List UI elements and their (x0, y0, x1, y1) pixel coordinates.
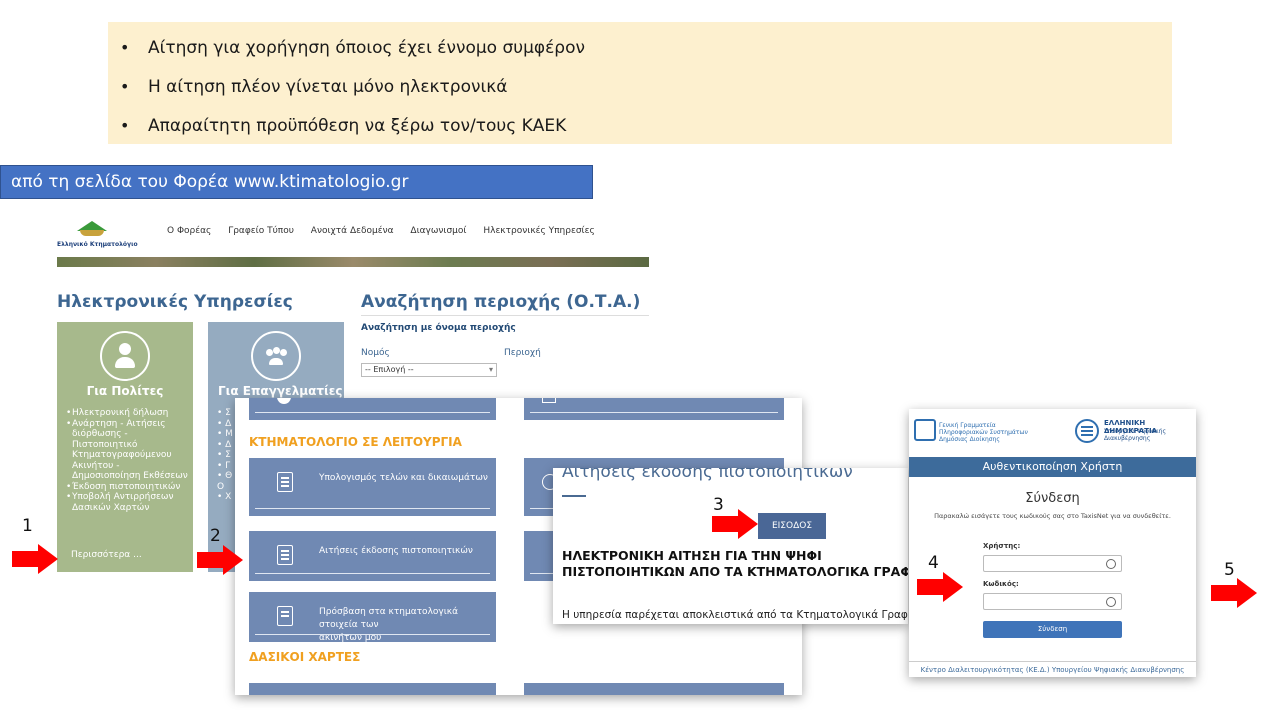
menu-item-tenders[interactable]: Διαγωνισμοί (410, 226, 466, 236)
password-label: Κωδικός: (983, 580, 1019, 588)
professionals-link[interactable]: • Χ (217, 492, 233, 503)
access-tile[interactable]: Πρόσβαση στα κτηματολογικά στοιχεία των α… (249, 592, 496, 643)
professionals-link[interactable]: • Θ (217, 471, 233, 482)
bullet-item: Η αίτηση πλέον γίνεται μόνο ηλεκτρονικά (120, 73, 1172, 112)
logo-base-icon (80, 230, 104, 236)
arrow-right-icon (12, 544, 58, 574)
nomos-select[interactable]: -- Επιλογή -- (361, 363, 497, 377)
arrow-right-icon (197, 545, 243, 575)
location-doc-icon (277, 606, 293, 626)
checklist-icon (277, 545, 293, 565)
document-icon (277, 472, 293, 492)
arrow-right-icon (1211, 578, 1257, 608)
taxisnet-login-screenshot: Γενική Γραμματεία Πληροφοριακών Συστημάτω… (909, 409, 1196, 677)
gsis-text: Γενική Γραμματεία Πληροφοριακών Συστημάτω… (939, 422, 1028, 443)
professionals-link[interactable]: Ο (217, 482, 233, 493)
username-input[interactable] (983, 555, 1122, 572)
step-number-1: 1 (22, 516, 33, 536)
stamp-icon (542, 398, 556, 403)
arrow-right-icon (712, 509, 758, 539)
site-header: Ελληνικό Κτηματολόγιο Ο Φορέας Γραφείο Τ… (57, 219, 649, 257)
source-banner: από τη σελίδα του Φορέα www.ktimatologio… (0, 165, 593, 199)
more-link[interactable]: Περισσότερα ... (71, 550, 142, 560)
user-label: Χρήστης: (983, 542, 1021, 550)
arrow-right-icon (917, 572, 963, 602)
gsis-logo-icon (914, 419, 936, 441)
menu-item-open-data[interactable]: Ανοιχτά Δεδομένα (311, 226, 394, 236)
area-search-heading: Αναζήτηση περιοχής (Ο.Τ.Α.) (361, 292, 641, 312)
password-input[interactable] (983, 593, 1122, 610)
step-number-4: 4 (928, 553, 939, 573)
menu-item-e-services[interactable]: Ηλεκτρονικές Υπηρεσίες (483, 226, 594, 236)
citizens-link[interactable]: Υποβολή Αντιρρήσεων Δασικών Χαρτών (66, 492, 190, 513)
professionals-link[interactable]: • Σ (217, 450, 233, 461)
citizens-link[interactable]: Έκδοση πιστοποιητικών (66, 482, 190, 493)
main-menu: Ο Φορέας Γραφείο Τύπου Ανοιχτά Δεδομένα … (167, 226, 609, 236)
bullet-item: Αίτηση για χορήγηση όποιος έχει έννομο σ… (120, 34, 1172, 73)
fees-label: Υπολογισμός τελών και δικαιωμάτων (319, 473, 488, 483)
bullet-box: Αίτηση για χορήγηση όποιος έχει έννομο σ… (108, 22, 1172, 144)
e-services-heading: Ηλεκτρονικές Υπηρεσίες (57, 292, 293, 312)
person-icon (100, 331, 150, 381)
login-help: Παρακαλώ εισάγετε τους κωδικούς σας στο … (934, 512, 1171, 520)
auth-band: Αυθεντικοποίηση Χρήστη (909, 457, 1196, 477)
bullet-item: Απαραίτητη προϋπόθεση να ξέρω τον/τους Κ… (120, 112, 1172, 151)
group-icon (251, 331, 301, 381)
perioxi-label: Περιοχή (504, 348, 541, 358)
gov-ministry: Υπουργείο Ψηφιακής Διακυβέρνησης (1104, 428, 1166, 442)
step-number-5: 5 (1224, 560, 1235, 580)
key-icon (1106, 597, 1116, 607)
professionals-link[interactable]: • Σ (217, 408, 233, 419)
certificate-page-title: Αιτήσεις έκδοσης πιστοποιητικών (562, 468, 853, 482)
certificate-page-screenshot: Αιτήσεις έκδοσης πιστοποιητικών ΕΙΣΟΔΟΣ … (553, 468, 908, 624)
title-rule (562, 495, 586, 497)
login-entry-button[interactable]: ΕΙΣΟΔΟΣ (758, 513, 826, 539)
certificate-page-body: Η υπηρεσία παρέχεται αποκλειστικά από τα… (562, 609, 908, 621)
citizens-card[interactable]: Για Πολίτες Ηλεκτρονική δήλωση Ανάρτηση … (57, 322, 193, 572)
citizens-title[interactable]: Για Πολίτες (57, 384, 193, 398)
forest-tile-left[interactable] (249, 683, 496, 695)
certificates-label: Αιτήσεις έκδοσης πιστοποιητικών (319, 546, 473, 556)
certificates-tile[interactable]: Αιτήσεις έκδοσης πιστοποιητικών (249, 531, 496, 581)
hellenic-republic-seal-icon (1075, 419, 1099, 443)
fees-tile[interactable]: Υπολογισμός τελών και δικαιωμάτων (249, 458, 496, 516)
professionals-link[interactable]: • Δ (217, 419, 233, 430)
forest-tile-right[interactable] (524, 683, 784, 695)
login-submit-button[interactable]: Σύνδεση (983, 621, 1122, 638)
menu-item-foreas[interactable]: Ο Φορέας (167, 226, 211, 236)
professionals-links: • Σ • Δ • Μ • Δ • Σ • Γ • Θ Ο • Χ (217, 408, 233, 503)
nomos-label: Νομός (361, 348, 390, 358)
operational-heading: ΚΤΗΜΑΤΟΛΟΓΙΟ ΣΕ ΛΕΙΤΟΥΡΓΙΑ (249, 435, 462, 449)
logo-text: Ελληνικό Κτηματολόγιο (57, 241, 138, 248)
bullet-list: Αίτηση για χορήγηση όποιος έχει έννομο σ… (108, 22, 1172, 151)
citizens-links: Ηλεκτρονική δήλωση Ανάρτηση - Αιτήσεις δ… (66, 408, 190, 513)
divider (361, 315, 649, 316)
service-tile-top-left[interactable] (249, 398, 496, 420)
citizens-link[interactable]: Ηλεκτρονική δήλωση (66, 408, 190, 419)
service-tile-top-right[interactable] (524, 398, 784, 420)
access-label: Πρόσβαση στα κτηματολογικά στοιχεία των α… (319, 607, 459, 643)
professionals-link[interactable]: • Μ (217, 429, 233, 440)
hero-image (57, 257, 649, 267)
forest-heading: ΔΑΣΙΚΟΙ ΧΑΡΤΕΣ (249, 650, 361, 664)
area-search-subheading: Αναζήτηση με όνομα περιοχής (361, 323, 516, 333)
professionals-title[interactable]: Για Επαγγελματίες (218, 384, 343, 398)
circle-icon (277, 398, 291, 404)
login-heading: Σύνδεση (1025, 491, 1080, 506)
key-icon (1106, 559, 1116, 569)
site-logo[interactable]: Ελληνικό Κτηματολόγιο (57, 219, 147, 257)
citizens-link[interactable]: Ανάρτηση - Αιτήσεις διόρθωσης - Πιστοποι… (66, 419, 190, 482)
professionals-link[interactable]: • Γ (217, 461, 233, 472)
menu-item-press[interactable]: Γραφείο Τύπου (228, 226, 294, 236)
professionals-link[interactable]: • Δ (217, 440, 233, 451)
login-footer: Κέντρο Διαλειτουργικότητας (ΚΕ.Δ.) Υπουρ… (909, 661, 1196, 677)
step-number-2: 2 (210, 526, 221, 546)
certificate-page-heading: ΗΛΕΚΤΡΟΝΙΚΗ ΑΙΤΗΣΗ ΓΙΑ ΤΗΝ ΨΗΦΙ ΠΙΣΤΟΠΟΙ… (562, 548, 908, 579)
